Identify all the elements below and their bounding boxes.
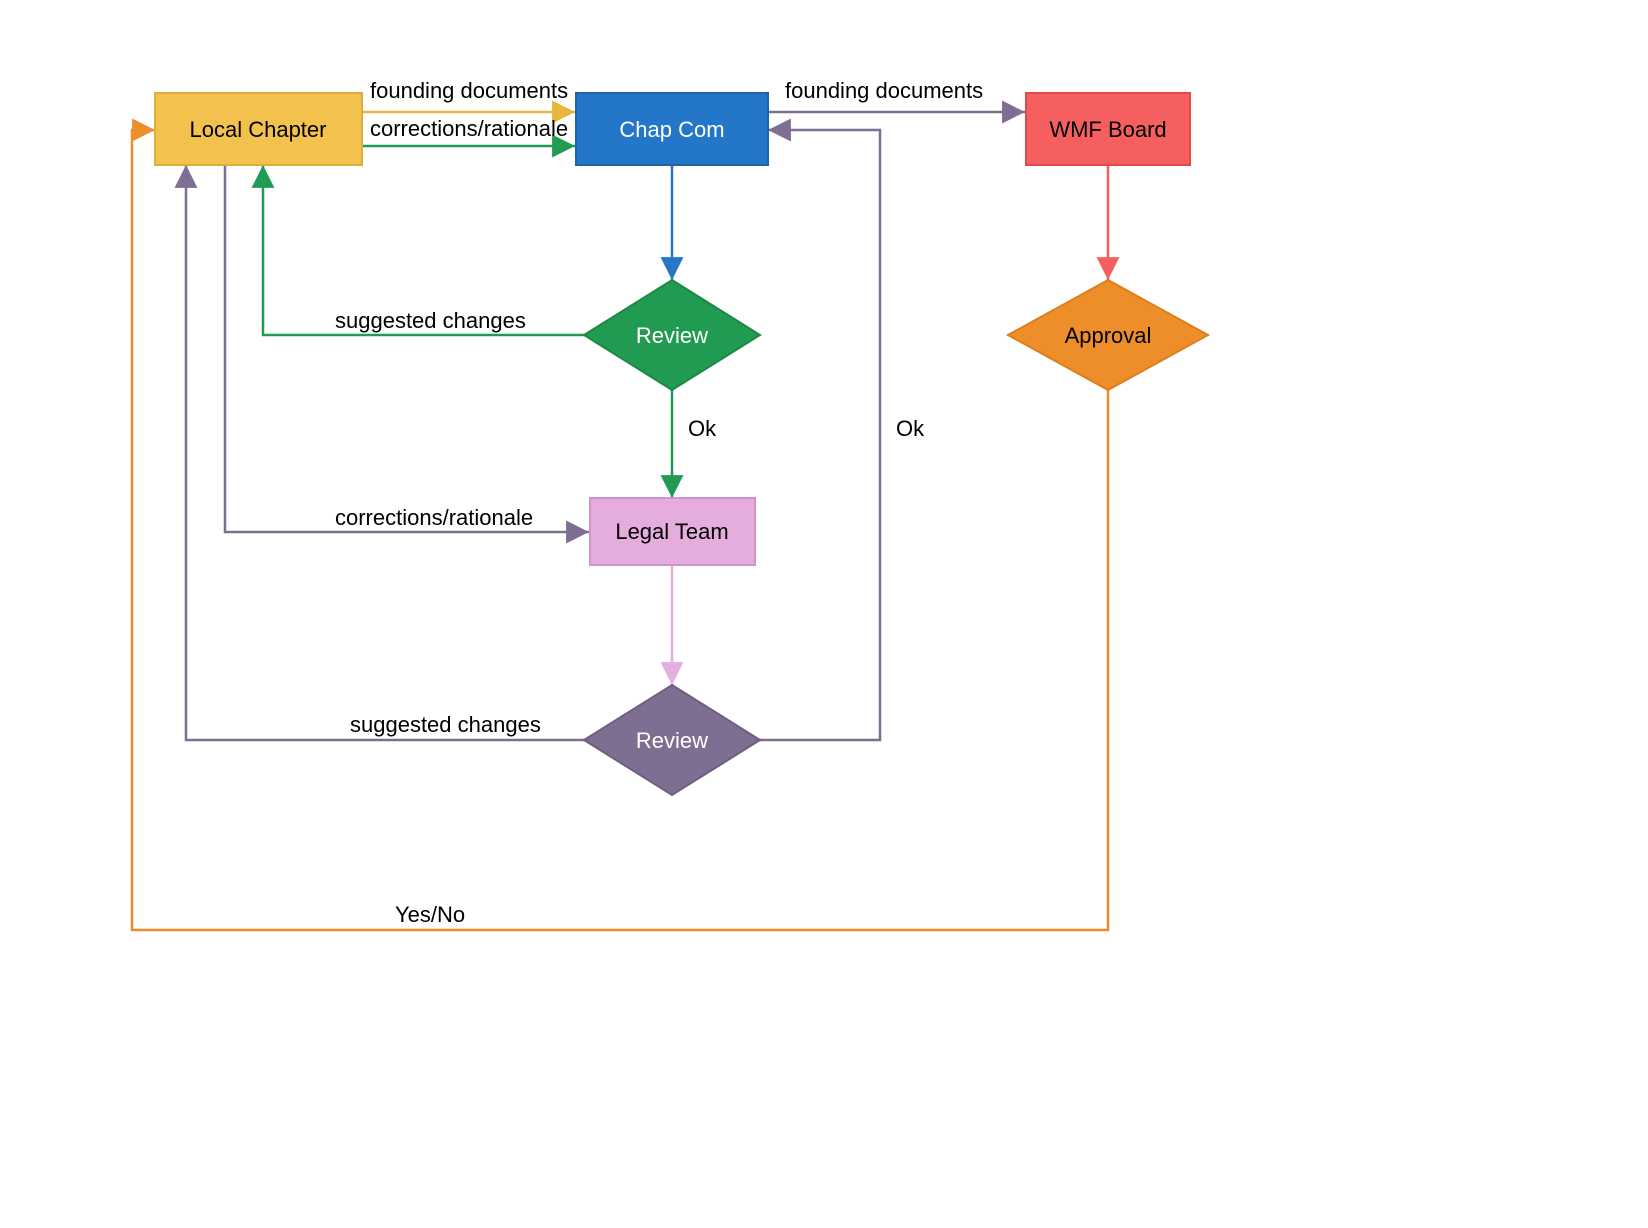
edge-review2-to-cc <box>756 130 880 740</box>
label-review1-to-legal: Ok <box>688 416 717 441</box>
node-review2: Review <box>584 685 760 795</box>
review1-label: Review <box>636 323 708 348</box>
label-approval-to-lc: Yes/No <box>395 902 465 927</box>
label-lc-to-cc-corrections: corrections/rationale <box>370 116 568 141</box>
node-local-chapter: Local Chapter <box>155 93 362 165</box>
node-approval: Approval <box>1008 280 1208 390</box>
review2-label: Review <box>636 728 708 753</box>
flowchart-canvas: founding documents corrections/rationale… <box>0 0 1648 1228</box>
label-lc-to-legal: corrections/rationale <box>335 505 533 530</box>
approval-label: Approval <box>1065 323 1152 348</box>
label-lc-to-cc-founding: founding documents <box>370 78 568 103</box>
edge-lc-to-legal <box>225 165 589 532</box>
local-chapter-label: Local Chapter <box>190 117 327 142</box>
chap-com-label: Chap Com <box>619 117 724 142</box>
node-chap-com: Chap Com <box>576 93 768 165</box>
label-review1-to-lc: suggested changes <box>335 308 526 333</box>
node-review1: Review <box>584 280 760 390</box>
label-review2-to-cc: Ok <box>896 416 925 441</box>
wmf-board-label: WMF Board <box>1049 117 1166 142</box>
legal-team-label: Legal Team <box>615 519 728 544</box>
edge-review2-to-lc <box>186 165 588 740</box>
node-wmf-board: WMF Board <box>1026 93 1190 165</box>
node-legal-team: Legal Team <box>590 498 755 565</box>
label-review2-to-lc: suggested changes <box>350 712 541 737</box>
label-cc-to-wmf: founding documents <box>785 78 983 103</box>
